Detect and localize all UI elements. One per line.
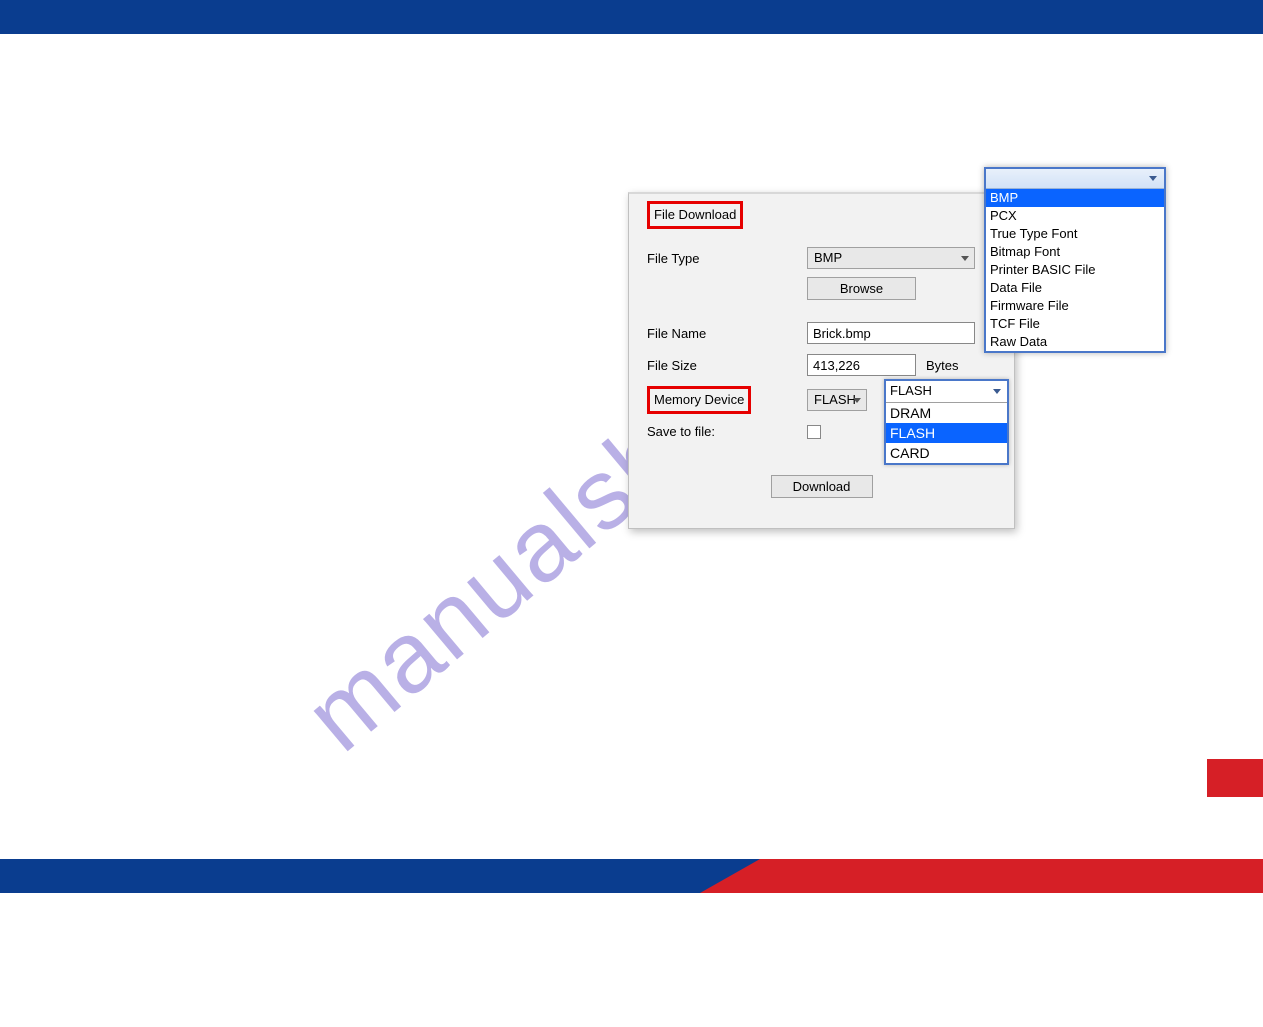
file-type-list-header[interactable] [986, 169, 1164, 189]
file-type-option[interactable]: PCX [986, 207, 1164, 225]
download-button[interactable]: Download [771, 475, 873, 498]
browse-button[interactable]: Browse [807, 277, 916, 300]
memory-device-option[interactable]: CARD [886, 443, 1007, 463]
file-type-option[interactable]: Firmware File [986, 297, 1164, 315]
file-type-option[interactable]: Raw Data [986, 333, 1164, 351]
bottom-red [760, 859, 1263, 893]
file-type-option[interactable]: Data File [986, 279, 1164, 297]
file-type-option[interactable]: TCF File [986, 315, 1164, 333]
memory-device-dropdown[interactable]: FLASH [807, 389, 867, 411]
file-name-label: File Name [647, 326, 807, 341]
top-bar [0, 0, 1263, 34]
memory-list-header[interactable]: FLASH [886, 381, 1007, 403]
save-to-file-checkbox[interactable] [807, 425, 821, 439]
bytes-label: Bytes [926, 358, 959, 373]
file-type-option[interactable]: Bitmap Font [986, 243, 1164, 261]
file-type-label: File Type [647, 251, 807, 266]
file-type-option[interactable]: BMP [986, 189, 1164, 207]
save-to-file-label: Save to file: [647, 424, 807, 439]
memory-device-option[interactable]: DRAM [886, 403, 1007, 423]
memory-device-option-list: FLASH DRAM FLASH CARD [884, 379, 1009, 465]
file-type-dropdown[interactable]: BMP [807, 247, 975, 269]
file-name-input[interactable] [807, 322, 975, 344]
file-type-option[interactable]: Printer BASIC File [986, 261, 1164, 279]
bottom-triangle [700, 859, 760, 893]
file-size-label: File Size [647, 358, 807, 373]
file-download-dialog: File Download File Type BMP Browse File … [628, 192, 1015, 529]
file-size-input[interactable] [807, 354, 916, 376]
memory-device-option[interactable]: FLASH [886, 423, 1007, 443]
group-title: File Download [647, 201, 743, 229]
file-type-option-list: BMP PCX True Type Font Bitmap Font Print… [984, 167, 1166, 353]
file-type-option[interactable]: True Type Font [986, 225, 1164, 243]
memory-device-label: Memory Device [647, 386, 751, 414]
red-corner-square [1207, 759, 1263, 797]
